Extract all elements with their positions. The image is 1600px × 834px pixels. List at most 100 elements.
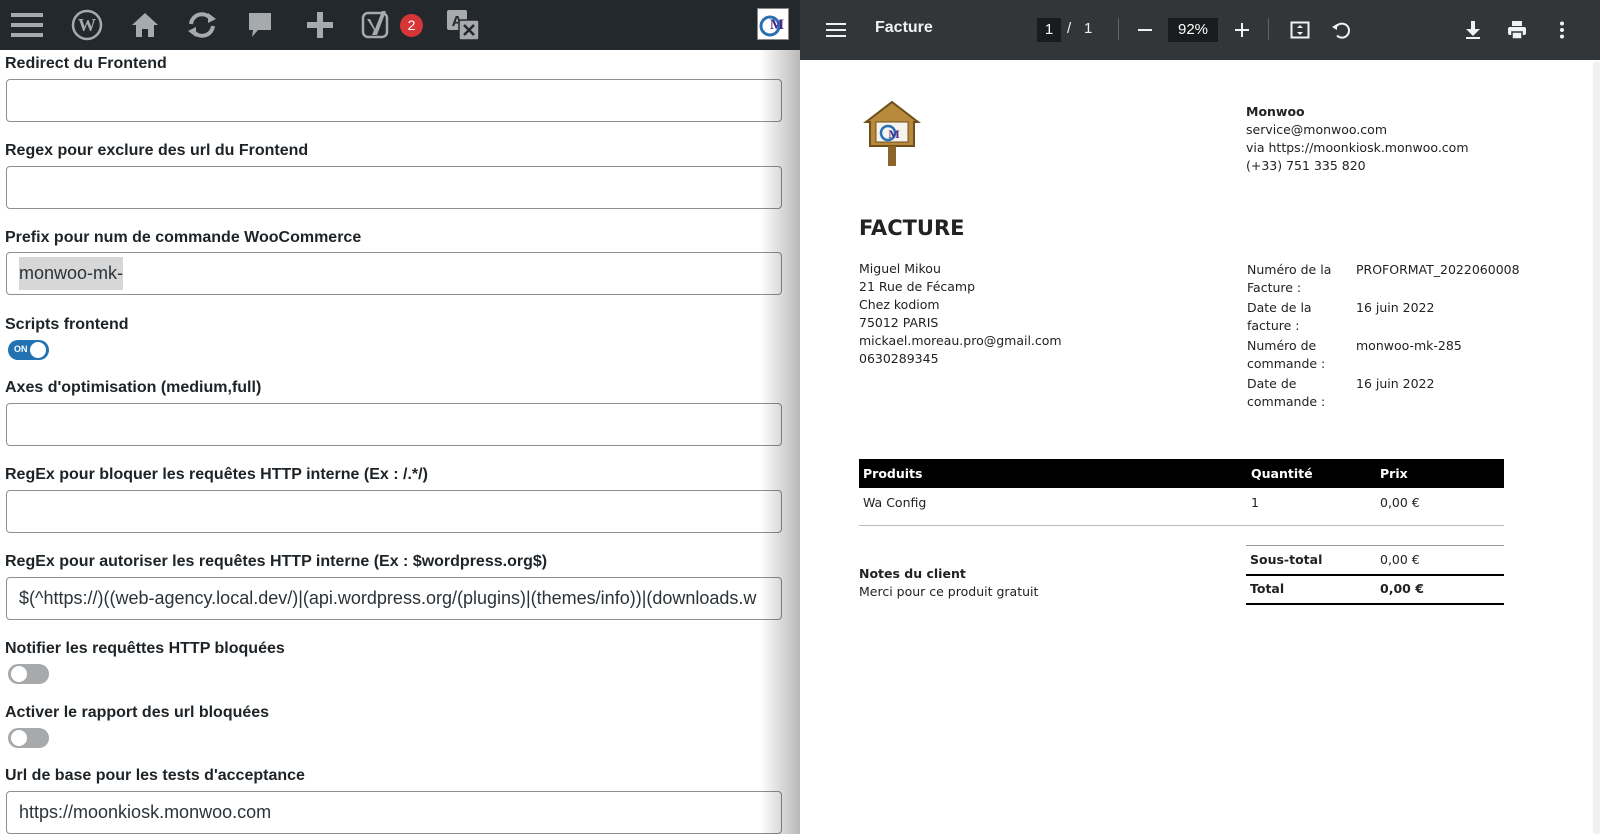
pdf-menu-icon[interactable]: [824, 18, 848, 42]
toggle-knob: [11, 730, 27, 746]
totals-top-rule: [1246, 545, 1504, 546]
company-name: Monwoo: [1246, 104, 1305, 119]
company-logo: M: [858, 98, 926, 170]
optimisation-axes-input[interactable]: [6, 403, 782, 446]
svg-text:M: M: [770, 17, 784, 33]
table-row-divider: [859, 525, 1504, 526]
column-header-quantity: Quantité: [1251, 466, 1313, 481]
home-icon[interactable]: [128, 8, 162, 42]
row-quantity: 1: [1251, 495, 1259, 510]
field-label-redirect-frontend: Redirect du Frontend: [5, 55, 167, 72]
customer-email: mickael.moreau.pro@gmail.com: [859, 333, 1062, 348]
regex-block-http-input[interactable]: [6, 490, 782, 533]
toolbar-divider: [1268, 18, 1269, 40]
customer-notes: Merci pour ce produit gratuit: [859, 584, 1039, 599]
zoom-in-icon[interactable]: [1230, 18, 1254, 42]
meta-label: Date de la: [1247, 300, 1312, 315]
field-label-notify-blocked: Notifier les requêttes HTTP bloquées: [5, 640, 285, 657]
customer-notes-title: Notes du client: [859, 566, 966, 581]
pdf-page: M Monwoo service@monwoo.com via https://…: [800, 62, 1597, 834]
field-label-regex-block-http: RegEx pour bloquer les requêtes HTTP int…: [5, 466, 428, 483]
totals-mid-rule: [1246, 574, 1504, 576]
more-options-icon[interactable]: [1550, 18, 1574, 42]
rotate-icon[interactable]: [1329, 18, 1353, 42]
svg-text:M: M: [888, 127, 899, 141]
field-label-scripts-frontend: Scripts frontend: [5, 316, 129, 333]
print-icon[interactable]: [1505, 18, 1529, 42]
page-number-input[interactable]: 1: [1037, 18, 1061, 42]
field-label-regex-allow-http: RegEx pour autoriser les requêtes HTTP i…: [5, 553, 548, 570]
meta-label: facture :: [1247, 318, 1300, 333]
row-product: Wa Config: [863, 495, 927, 510]
wp-settings-pane: W 2 A M Redirect du Frontend Regex pour …: [0, 0, 800, 834]
subtotal-label: Sous-total: [1250, 552, 1323, 567]
refresh-icon[interactable]: [183, 8, 221, 42]
plus-icon[interactable]: [303, 8, 337, 42]
meta-label: commande :: [1247, 394, 1326, 409]
svg-text:W: W: [78, 15, 96, 35]
customer-address-extra: Chez kodiom: [859, 297, 940, 312]
customer-street: 21 Rue de Fécamp: [859, 279, 976, 294]
zoom-level-input[interactable]: 92%: [1168, 18, 1218, 42]
pdf-scrollbar[interactable]: [1593, 62, 1600, 834]
company-email: service@monwoo.com: [1246, 122, 1387, 137]
pdf-toolbar: Facture 1 / 1 92%: [800, 0, 1600, 60]
invoice-heading: FACTURE: [859, 216, 965, 240]
column-header-price: Prix: [1380, 466, 1408, 481]
regex-allow-http-input[interactable]: $(^https://)((web-agency.local.dev/)|(ap…: [6, 577, 782, 620]
subtotal-value: 0,00 €: [1380, 552, 1420, 567]
toggle-knob: [30, 342, 46, 358]
field-label-acceptance-url: Url de base pour les tests d'acceptance: [5, 767, 305, 784]
notification-badge[interactable]: 2: [400, 14, 423, 37]
field-label-optimisation-axes: Axes d'optimisation (medium,full): [5, 379, 262, 396]
invoice-date: 16 juin 2022: [1356, 300, 1435, 315]
field-label-order-prefix: Prefix pour num de commande WooCommerce: [5, 229, 362, 246]
order-date: 16 juin 2022: [1356, 376, 1435, 391]
menu-icon[interactable]: [10, 8, 44, 42]
scripts-frontend-toggle[interactable]: ON: [8, 340, 49, 360]
products-table-header: Produits Quantité Prix: [859, 459, 1504, 488]
comment-icon[interactable]: [245, 8, 275, 42]
field-label-blocked-report: Activer le rapport des url bloquées: [5, 704, 270, 721]
meta-label: Numéro de: [1247, 338, 1317, 353]
regex-exclude-frontend-input[interactable]: [6, 166, 782, 209]
meta-label: Numéro de la: [1247, 262, 1332, 277]
toolbar-divider: [1118, 18, 1119, 40]
pdf-title: Facture: [875, 19, 933, 36]
field-label-regex-exclude-frontend: Regex pour exclure des url du Frontend: [5, 142, 309, 159]
page-separator: /: [1067, 20, 1072, 37]
yoast-icon[interactable]: [360, 8, 394, 42]
customer-name: Miguel Mikou: [859, 261, 941, 276]
toggle-state-label: ON: [14, 344, 28, 354]
row-price: 0,00 €: [1380, 495, 1420, 510]
page-total: 1: [1084, 20, 1093, 37]
company-website: via https://moonkiosk.monwoo.com: [1246, 140, 1469, 155]
invoice-number: PROFORMAT_2022060008: [1356, 262, 1520, 277]
wordpress-logo-icon[interactable]: W: [70, 8, 104, 42]
pdf-viewer-pane: Facture 1 / 1 92% M Monwoo service@monwo…: [800, 0, 1600, 834]
customer-phone: 0630289345: [859, 351, 939, 366]
zoom-out-icon[interactable]: [1133, 18, 1157, 42]
download-icon[interactable]: [1461, 18, 1485, 42]
meta-label: commande :: [1247, 356, 1326, 371]
order-prefix-value: monwoo-mk-: [19, 257, 124, 290]
totals-bottom-rule: [1246, 603, 1504, 605]
fit-page-icon[interactable]: [1288, 18, 1312, 42]
redirect-frontend-input[interactable]: [6, 79, 782, 122]
total-label: Total: [1250, 581, 1285, 596]
blocked-report-toggle[interactable]: [8, 728, 49, 748]
total-value: 0,00 €: [1380, 581, 1424, 596]
order-number: monwoo-mk-285: [1356, 338, 1462, 353]
meta-label: Facture :: [1247, 280, 1302, 295]
order-prefix-input[interactable]: monwoo-mk-: [6, 252, 782, 295]
toggle-knob: [11, 666, 27, 682]
wp-admin-bar: W 2 A M: [0, 0, 800, 50]
translate-icon[interactable]: A: [444, 8, 482, 42]
meta-label: Date de: [1247, 376, 1297, 391]
acceptance-url-input[interactable]: https://moonkiosk.monwoo.com: [6, 791, 782, 834]
notify-blocked-toggle[interactable]: [8, 664, 49, 684]
company-phone: (+33) 751 335 820: [1246, 158, 1366, 173]
avatar[interactable]: M: [757, 8, 789, 40]
customer-city: 75012 PARIS: [859, 315, 939, 330]
column-header-products: Produits: [863, 466, 923, 481]
